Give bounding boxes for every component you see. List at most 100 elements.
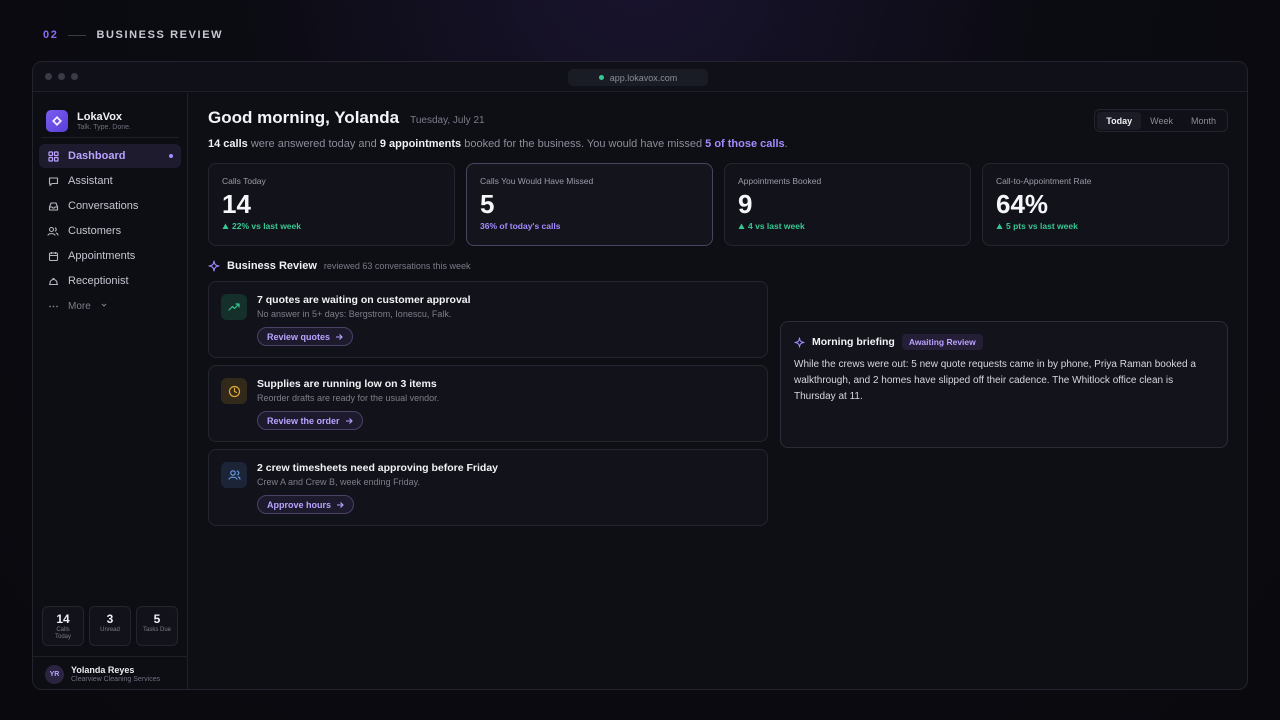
avatar: YR [45,664,64,684]
sidebar: LokaVox Talk. Type. Done. Dashboard Assi… [33,93,188,689]
sidebar-item-more[interactable]: More [39,294,181,318]
task-title: 7 quotes are waiting on customer approva… [257,294,471,306]
summary-text: . [784,138,788,150]
slide-number: 02 [43,29,59,41]
kpi-delta-text: 22% vs last week [232,221,301,231]
app-window: app.lokavox.com LokaVox Talk. Type. Done… [32,61,1248,690]
grid-icon [47,150,59,162]
kpi-value: 64% [996,189,1049,219]
sidebar-item-label: Receptionist [68,275,129,287]
kpi-delta: 36% of today's calls [480,221,699,231]
kpi-delta: 22% vs last week [222,221,441,231]
slide-label: 02 BUSINESS REVIEW [43,29,223,41]
brand-name: LokaVox [77,111,123,123]
kpi-card-appointments[interactable]: Appointments Booked 9 4 vs last week [724,163,971,246]
range-selector: Today Week Month [1094,109,1228,132]
stat-value: 14 [56,612,70,626]
clock-icon [221,378,247,404]
users-icon [221,462,247,488]
sidebar-item-label: Appointments [68,250,136,262]
brand[interactable]: LokaVox Talk. Type. Done. [33,93,187,137]
sidebar-item-label: Customers [68,225,122,237]
status-badge: Awaiting Review [901,334,983,350]
address-bar[interactable]: app.lokavox.com [568,69,708,86]
minimize-dot[interactable] [58,73,65,80]
tab-week[interactable]: Week [1141,112,1182,130]
sparkle-icon [794,336,805,348]
arrow-right-icon [336,333,343,340]
user-org: Clearview Cleaning Services [71,676,161,683]
sidebar-stat-unread[interactable]: 3 Unread [89,606,131,646]
task-description: No answer in 5+ days: Bergstrom, Ionescu… [257,309,452,319]
kpi-label: Appointments Booked [738,176,822,186]
summary-calls: 14 calls [208,138,248,150]
briefing-title: Morning briefing [812,336,895,348]
slide-divider [68,34,87,36]
summary-line: 14 calls were answered today and 9 appoi… [208,138,788,150]
sidebar-item-dashboard[interactable]: Dashboard [39,144,181,168]
task-card-supplies: Supplies are running low on 3 items Reor… [208,365,768,442]
kpi-value: 5 [480,189,495,219]
kpi-delta: 4 vs last week [738,221,957,231]
url-text: app.lokavox.com [609,72,678,83]
sidebar-divider [41,137,179,138]
window-controls [45,73,78,80]
review-order-button[interactable]: Review the order [257,411,363,430]
kpi-row: Calls Today 14 22% vs last week Calls Yo… [208,163,1229,246]
summary-text: were answered today and [247,138,380,150]
triangle-up-icon [738,223,745,229]
active-indicator [169,154,173,158]
sidebar-item-assistant[interactable]: Assistant [39,169,181,193]
morning-briefing-card: Morning briefing Awaiting Review While t… [780,321,1228,448]
stat-value: 5 [153,612,161,626]
kpi-label: Call-to-Appointment Rate [996,176,1092,186]
summary-appointments: 9 appointments [379,138,462,150]
sidebar-stat-tasks[interactable]: 5 Tasks Due [136,606,178,646]
more-dots-icon [47,300,59,312]
brand-tagline: Talk. Type. Done. [77,124,131,131]
stat-label: Unread [100,627,120,633]
user-profile[interactable]: YR Yolanda Reyes Clearview Cleaning Serv… [33,656,188,689]
kpi-card-calls-today[interactable]: Calls Today 14 22% vs last week [208,163,455,246]
approve-hours-button[interactable]: Approve hours [257,495,355,514]
business-review-title: Business Review [227,260,317,272]
button-label: Review quotes [267,331,331,342]
stat-label: Tasks Due [142,627,171,633]
maximize-dot[interactable] [71,73,78,80]
secure-status-icon [598,75,604,80]
slide-title: BUSINESS REVIEW [96,29,224,41]
close-dot[interactable] [45,73,52,80]
task-title: Supplies are running low on 3 items [257,378,437,390]
review-quotes-button[interactable]: Review quotes [257,327,354,346]
kpi-card-missed-calls[interactable]: Calls You Would Have Missed 5 36% of tod… [466,163,713,246]
sidebar-stats: 14 Calls Today 3 Unread 5 Tasks Due [42,606,178,646]
triangle-up-icon [222,223,229,229]
sparkle-icon [208,260,220,272]
kpi-delta-text: 36% of today's calls [480,221,561,231]
sidebar-item-customers[interactable]: Customers [39,219,181,243]
desk-bell-icon [47,275,59,287]
button-label: Approve hours [267,499,332,510]
sidebar-item-appointments[interactable]: Appointments [39,244,181,268]
arrow-right-icon [345,417,353,424]
kpi-card-conversion-rate[interactable]: Call-to-Appointment Rate 64% 5 pts vs la… [982,163,1229,246]
inbox-icon [47,200,59,212]
sidebar-item-receptionist[interactable]: Receptionist [39,269,181,293]
task-description: Crew A and Crew B, week ending Friday. [257,477,420,487]
sidebar-item-conversations[interactable]: Conversations [39,194,181,218]
business-review-header: Business Review reviewed 63 conversation… [208,260,470,272]
briefing-body: While the crews were out: 5 new quote re… [794,359,1196,402]
kpi-delta-text: 4 vs last week [748,221,805,231]
chat-icon [47,175,59,187]
tab-month[interactable]: Month [1182,112,1225,130]
tab-today[interactable]: Today [1097,111,1142,130]
kpi-value: 9 [738,189,753,219]
sidebar-item-label: Dashboard [68,150,126,162]
kpi-label: Calls You Would Have Missed [480,176,594,186]
sidebar-more-label: More [68,300,91,312]
kpi-value: 14 [222,189,251,219]
sidebar-stat-calls[interactable]: 14 Calls Today [42,606,84,646]
brand-logo-icon [46,110,68,132]
page-date: Tuesday, July 21 [410,115,485,126]
kpi-delta: 5 pts vs last week [996,221,1215,231]
